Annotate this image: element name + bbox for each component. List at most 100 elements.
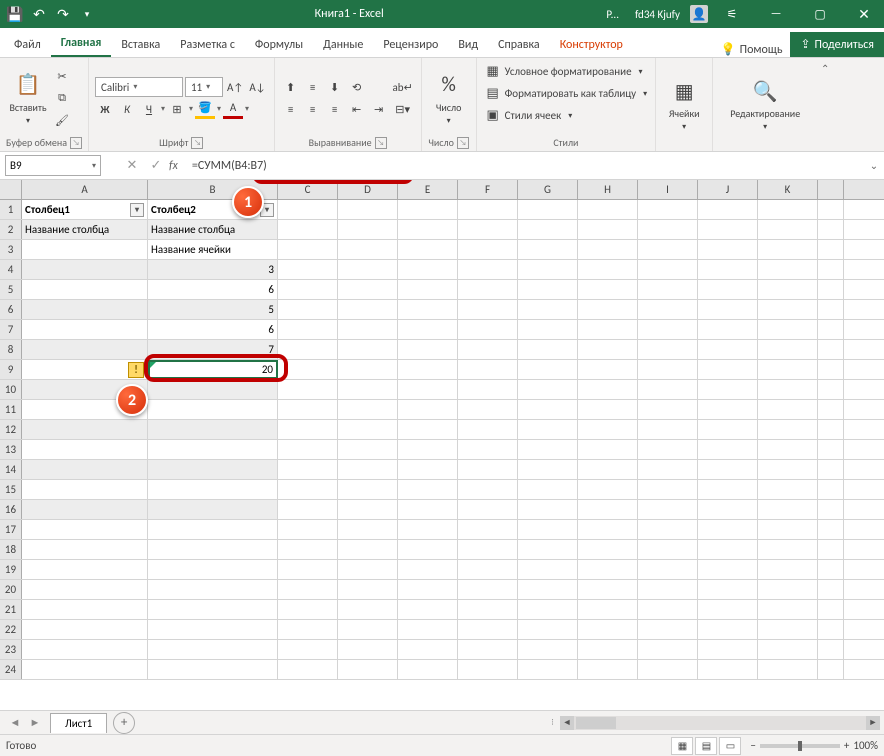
cell[interactable] [638, 380, 698, 399]
cell[interactable] [338, 580, 398, 599]
cell[interactable] [148, 640, 278, 659]
cell[interactable] [398, 360, 458, 379]
cell[interactable] [758, 340, 818, 359]
tab-home[interactable]: Главная [51, 30, 112, 57]
cell[interactable] [698, 280, 758, 299]
cell[interactable] [638, 540, 698, 559]
cell[interactable] [698, 420, 758, 439]
cell[interactable] [278, 220, 338, 239]
row-header[interactable]: 22 [0, 620, 22, 639]
cell[interactable] [148, 400, 278, 419]
cell[interactable] [338, 260, 398, 279]
cell[interactable] [148, 580, 278, 599]
zoom-out-icon[interactable]: − [750, 739, 755, 752]
ribbon-options-icon[interactable]: ⚟ [712, 0, 752, 28]
cell[interactable] [638, 360, 698, 379]
cell[interactable] [818, 620, 844, 639]
cell[interactable] [278, 340, 338, 359]
cell[interactable] [818, 440, 844, 459]
cell[interactable] [758, 620, 818, 639]
cell[interactable] [398, 340, 458, 359]
undo-icon[interactable]: ↶ [28, 3, 50, 25]
cell[interactable] [698, 500, 758, 519]
cell[interactable] [22, 340, 148, 359]
cell[interactable] [338, 240, 398, 259]
cell[interactable] [638, 320, 698, 339]
cell[interactable] [398, 540, 458, 559]
cell[interactable] [458, 620, 518, 639]
col-header[interactable]: H [578, 180, 638, 199]
cell[interactable] [148, 500, 278, 519]
cell[interactable] [398, 260, 458, 279]
tab-constructor[interactable]: Конструктор [550, 32, 633, 57]
wrap-text-icon[interactable]: ab↵ [391, 77, 415, 97]
scroll-left-icon[interactable]: ◄ [560, 716, 574, 730]
row-header[interactable]: 3 [0, 240, 22, 259]
row-header[interactable]: 19 [0, 560, 22, 579]
cell[interactable] [518, 560, 578, 579]
cell[interactable] [22, 500, 148, 519]
cell[interactable] [518, 440, 578, 459]
cell[interactable] [398, 660, 458, 679]
cell[interactable] [758, 420, 818, 439]
cell[interactable] [518, 340, 578, 359]
cell[interactable] [578, 500, 638, 519]
row-header[interactable]: 23 [0, 640, 22, 659]
cell[interactable] [578, 380, 638, 399]
cell[interactable]: 6 [148, 280, 278, 299]
cell[interactable] [758, 200, 818, 219]
cell[interactable] [148, 380, 278, 399]
horizontal-scrollbar[interactable]: ⁝ ◄ ► [135, 716, 884, 730]
sheet-nav-prev-icon[interactable]: ◄ [6, 714, 24, 732]
cell[interactable] [22, 600, 148, 619]
cell[interactable] [638, 220, 698, 239]
cell[interactable] [398, 320, 458, 339]
minimize-icon[interactable]: — [756, 0, 796, 28]
cell[interactable] [758, 320, 818, 339]
align-right-icon[interactable]: ≡ [325, 99, 345, 119]
cell[interactable] [458, 640, 518, 659]
cell[interactable] [458, 280, 518, 299]
cell[interactable] [698, 360, 758, 379]
row-header[interactable]: 2 [0, 220, 22, 239]
align-center-icon[interactable]: ≡ [303, 99, 323, 119]
col-header[interactable]: I [638, 180, 698, 199]
cell[interactable] [578, 440, 638, 459]
align-middle-icon[interactable]: ≡ [303, 77, 323, 97]
cell[interactable] [518, 420, 578, 439]
tab-insert[interactable]: Вставка [111, 32, 170, 57]
dialog-launcher-icon[interactable]: ↘ [375, 137, 387, 149]
cell[interactable] [22, 520, 148, 539]
cell[interactable] [458, 580, 518, 599]
cell[interactable] [458, 200, 518, 219]
zoom-in-icon[interactable]: + [844, 739, 849, 752]
cell[interactable] [278, 320, 338, 339]
font-color-icon[interactable]: A [223, 99, 243, 119]
cell[interactable] [458, 600, 518, 619]
cell[interactable] [758, 580, 818, 599]
cell[interactable] [458, 560, 518, 579]
row-header[interactable]: 9 [0, 360, 22, 379]
cell[interactable] [818, 480, 844, 499]
cell[interactable] [578, 480, 638, 499]
underline-button[interactable]: Ч [139, 99, 159, 119]
cell[interactable] [398, 420, 458, 439]
cell[interactable] [338, 660, 398, 679]
cell[interactable] [398, 560, 458, 579]
chevron-down-icon[interactable]: ▾ [245, 104, 249, 114]
cell[interactable] [22, 580, 148, 599]
cell[interactable] [22, 280, 148, 299]
cell[interactable] [148, 540, 278, 559]
cell[interactable] [278, 500, 338, 519]
cell[interactable] [818, 220, 844, 239]
cell[interactable] [578, 200, 638, 219]
cell[interactable]: Столбец1▾ [22, 200, 148, 219]
cell[interactable] [338, 620, 398, 639]
chevron-down-icon[interactable]: ▾ [161, 104, 165, 114]
row-header[interactable]: 6 [0, 300, 22, 319]
chevron-down-icon[interactable]: ▾ [217, 104, 221, 114]
cell[interactable] [638, 460, 698, 479]
cell[interactable] [398, 580, 458, 599]
cell[interactable] [818, 380, 844, 399]
cell[interactable] [338, 460, 398, 479]
